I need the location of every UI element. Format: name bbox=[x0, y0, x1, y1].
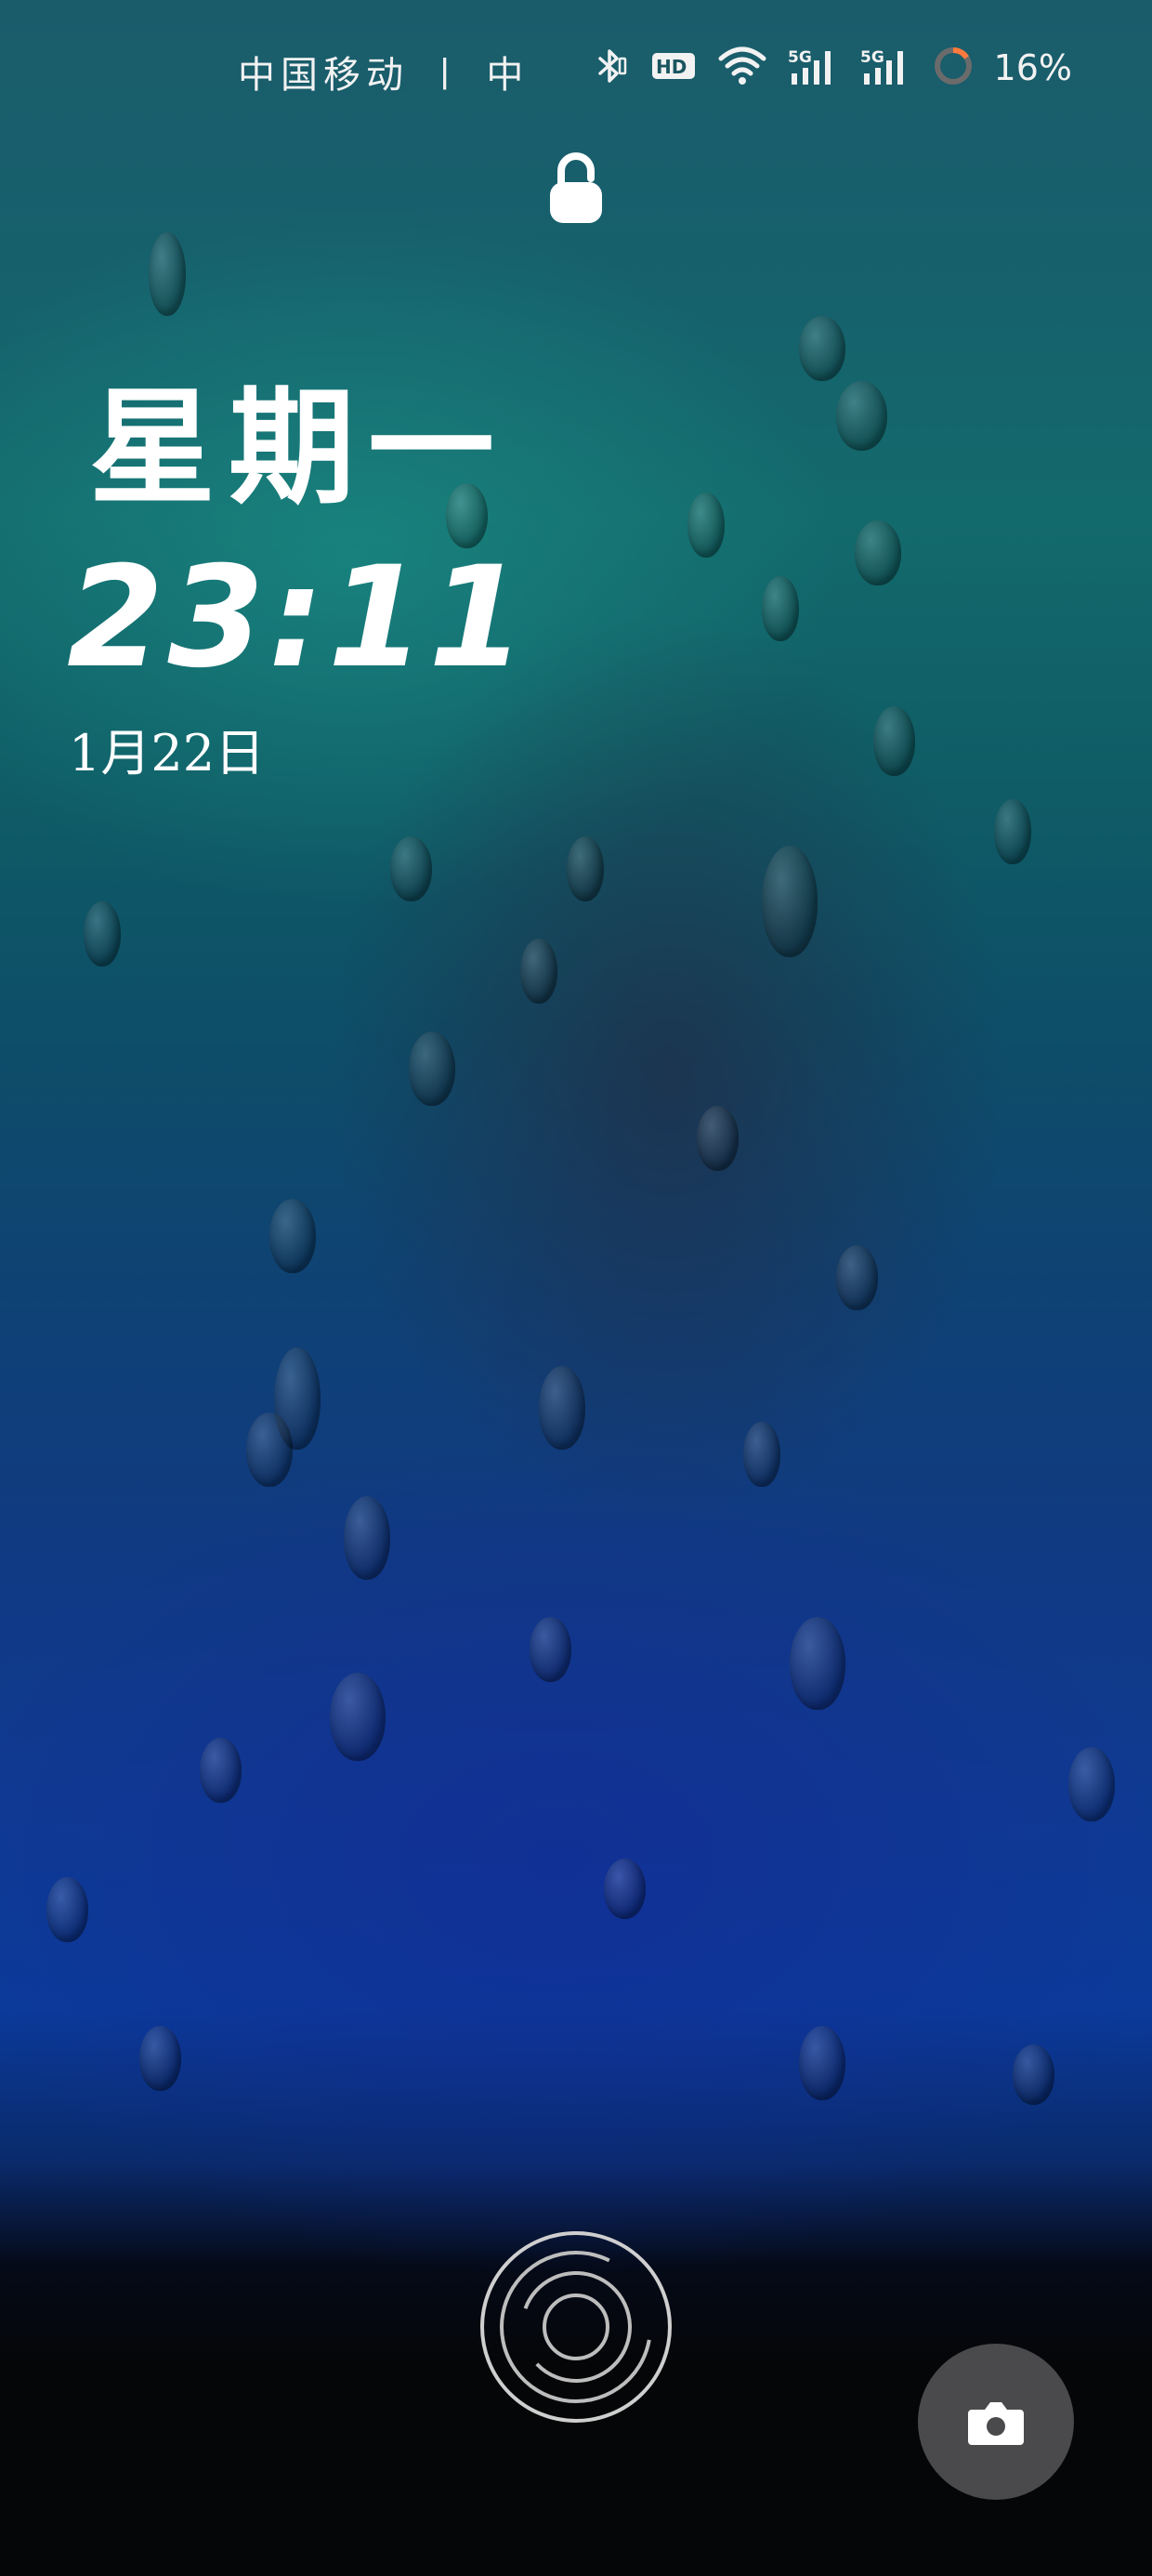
wallpaper-droplet bbox=[390, 836, 432, 901]
wallpaper-droplet bbox=[762, 846, 818, 957]
wallpaper-droplet bbox=[149, 232, 186, 316]
camera-shortcut-button[interactable] bbox=[918, 2344, 1074, 2500]
status-icons: HD 5G 5G 16% bbox=[589, 45, 1072, 91]
5g-signal-icon: 5G bbox=[788, 46, 840, 90]
carrier-label: 中国移动 〡 中 bbox=[238, 54, 530, 97]
wallpaper-droplet bbox=[687, 493, 725, 558]
fingerprint-sensor-button[interactable] bbox=[479, 2230, 673, 2424]
wallpaper-droplet bbox=[344, 1496, 390, 1580]
battery-percent: 16% bbox=[993, 47, 1072, 88]
wallpaper-droplet bbox=[836, 1245, 878, 1310]
clock-time: 23:11 bbox=[67, 537, 530, 699]
bluetooth-icon bbox=[589, 46, 630, 90]
wallpaper-droplet bbox=[567, 836, 604, 901]
svg-text:5G: 5G bbox=[860, 48, 884, 67]
svg-text:5G: 5G bbox=[788, 48, 812, 67]
lock-icon bbox=[546, 151, 606, 227]
wallpaper-droplet bbox=[330, 1673, 386, 1761]
wallpaper-droplet bbox=[790, 1617, 845, 1710]
wallpaper-droplet bbox=[762, 576, 799, 641]
date-label: 1月22日 bbox=[69, 724, 266, 782]
wifi-icon bbox=[717, 46, 767, 90]
wallpaper-droplet bbox=[520, 939, 557, 1004]
wallpaper-droplet bbox=[799, 2026, 845, 2100]
wallpaper-droplet bbox=[799, 316, 845, 381]
wallpaper-droplet bbox=[409, 1032, 455, 1106]
wallpaper-droplet bbox=[200, 1738, 242, 1803]
lock-screen: 中国移动 〡 中 HD 5G 5G 16% 星期一 23:11 1月22日 bbox=[0, 0, 1152, 2576]
wallpaper-droplet bbox=[836, 381, 887, 451]
wallpaper-droplet bbox=[139, 2026, 181, 2091]
wallpaper-droplet bbox=[994, 799, 1031, 864]
fingerprint-icon bbox=[480, 2231, 672, 2423]
wallpaper-droplet bbox=[604, 1859, 646, 1919]
wallpaper-droplet bbox=[1013, 2044, 1054, 2105]
status-bar: 中国移动 〡 中 HD 5G 5G 16% bbox=[0, 0, 1152, 139]
wallpaper-droplet bbox=[46, 1877, 88, 1942]
wallpaper-droplet bbox=[697, 1106, 739, 1171]
wallpaper-droplet bbox=[530, 1617, 571, 1682]
camera-icon bbox=[968, 2402, 1024, 2445]
wallpaper-droplet bbox=[873, 706, 915, 776]
wallpaper-droplet bbox=[1068, 1747, 1115, 1821]
wallpaper-droplet bbox=[84, 901, 121, 966]
hd-icon: HD bbox=[650, 49, 697, 86]
svg-text:HD: HD bbox=[656, 56, 687, 78]
wallpaper-droplet bbox=[743, 1422, 780, 1487]
wallpaper-droplet bbox=[274, 1347, 321, 1450]
wallpaper-droplet bbox=[539, 1366, 585, 1450]
wallpaper-droplet bbox=[269, 1199, 316, 1273]
wallpaper-droplet bbox=[855, 520, 901, 585]
wallpaper-droplet bbox=[246, 1413, 293, 1487]
5g-signal-icon: 5G bbox=[860, 46, 912, 90]
weekday-label: 星期一 bbox=[89, 374, 507, 522]
battery-ring-icon bbox=[933, 46, 974, 90]
